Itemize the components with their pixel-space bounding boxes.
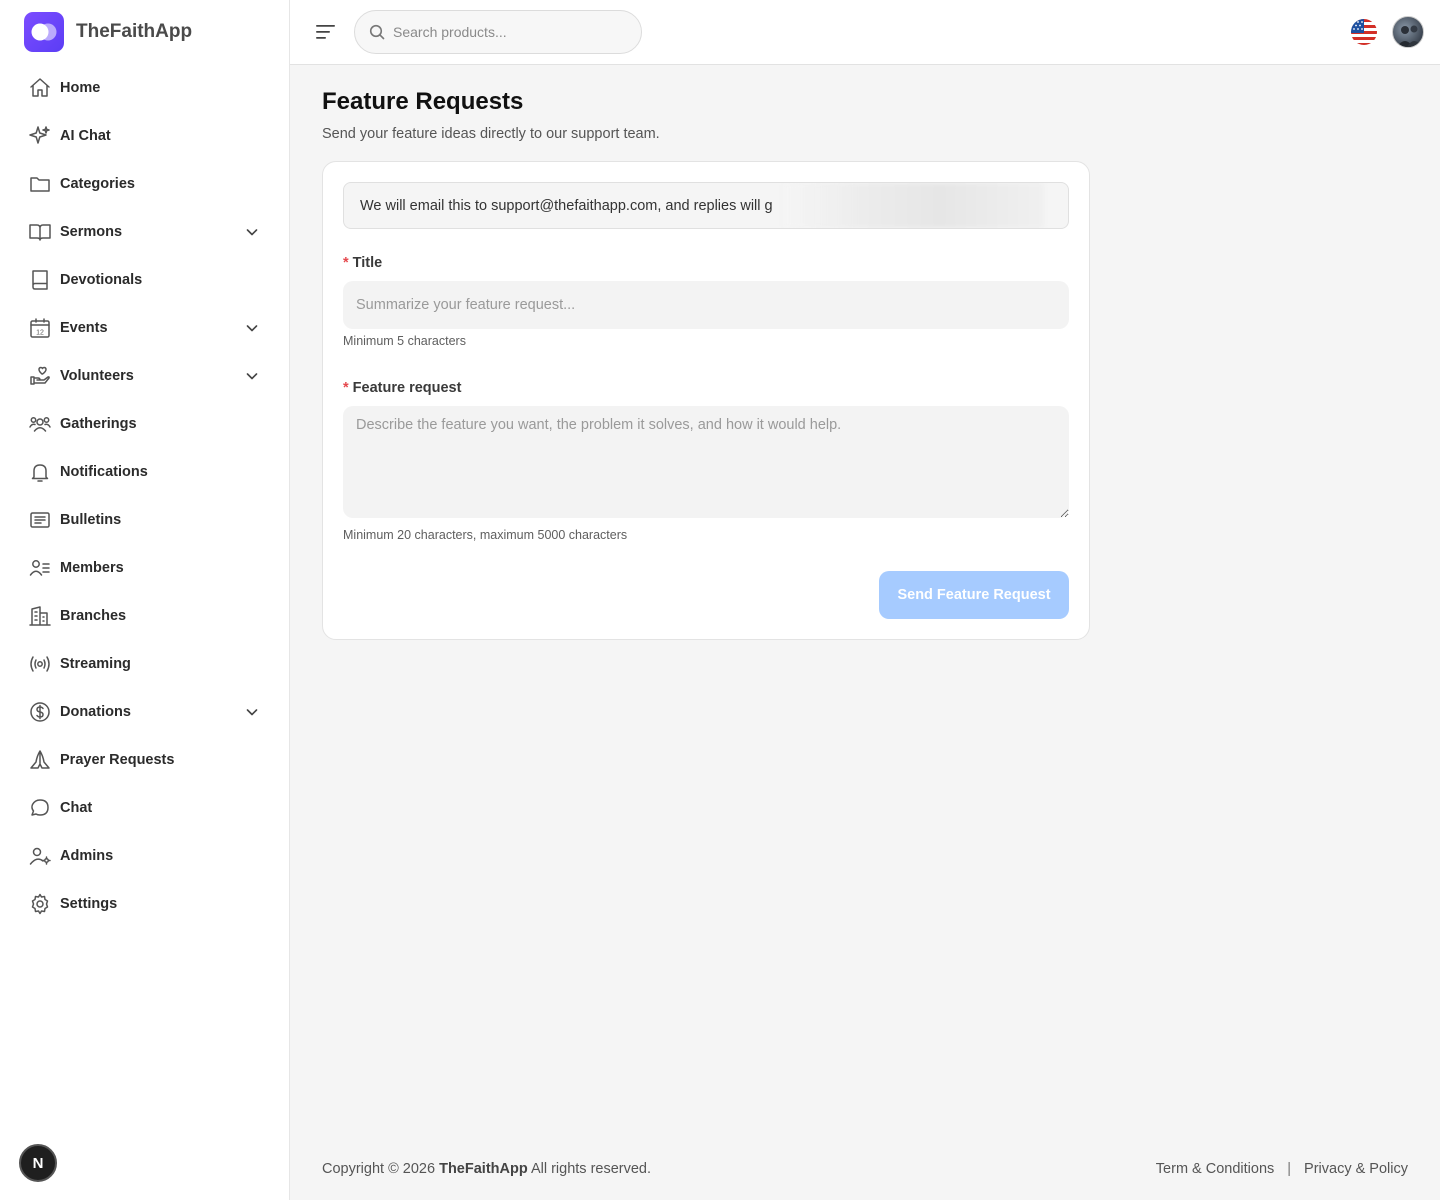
sidebar-item-gatherings[interactable]: Gatherings: [16, 400, 274, 448]
sidebar-item-settings[interactable]: Settings: [16, 880, 274, 928]
users-icon: [28, 412, 52, 436]
sidebar-item-prayer-requests[interactable]: Prayer Requests: [16, 736, 274, 784]
sidebar-item-home[interactable]: Home: [16, 64, 274, 112]
copyright-suffix: All rights reserved.: [530, 1161, 652, 1177]
terms-link[interactable]: Term & Conditions: [1156, 1161, 1274, 1177]
email-notice-text: We will email this to support@thefaithap…: [360, 197, 773, 214]
sidebar-item-label: Bulletins: [60, 512, 122, 528]
search-box[interactable]: [354, 10, 642, 54]
sidebar-item-label: Categories: [60, 176, 135, 192]
sidebar-item-label: Gatherings: [60, 416, 137, 432]
sidebar-item-label: AI Chat: [60, 128, 111, 144]
sidebar-item-volunteers[interactable]: Volunteers: [16, 352, 274, 400]
sidebar-item-devotionals[interactable]: Devotionals: [16, 256, 274, 304]
sidebar-item-label: Events: [60, 320, 108, 336]
sidebar-item-label: Home: [60, 80, 101, 96]
sidebar-item-sermons[interactable]: Sermons: [16, 208, 274, 256]
sidebar-item-label: Members: [60, 560, 124, 576]
search-icon: [369, 24, 385, 40]
privacy-link[interactable]: Privacy & Policy: [1304, 1161, 1408, 1177]
sidebar-item-bulletins[interactable]: Bulletins: [16, 496, 274, 544]
sidebar-item-notifications[interactable]: Notifications: [16, 448, 274, 496]
sparkles-icon: [28, 124, 52, 148]
newspaper-icon: [28, 508, 52, 532]
sidebar-item-label: Notifications: [60, 464, 148, 480]
required-asterisk: *: [343, 255, 349, 271]
chevron-down-icon[interactable]: [244, 368, 260, 384]
menu-icon: [316, 25, 335, 39]
sidebar-item-events[interactable]: 12 Events: [16, 304, 274, 352]
sidebar-item-label: Donations: [60, 704, 131, 720]
sidebar-item-donations[interactable]: Donations: [16, 688, 274, 736]
sidebar-item-label: Prayer Requests: [60, 752, 175, 768]
copyright-brand: TheFaithApp: [439, 1161, 528, 1177]
sidebar-item-label: Devotionals: [60, 272, 143, 288]
required-asterisk: *: [343, 380, 349, 396]
calendar-icon: 12: [28, 316, 52, 340]
home-icon: [28, 76, 52, 100]
brand-name: TheFaithApp: [76, 21, 193, 42]
send-feature-request-button[interactable]: Send Feature Request: [879, 571, 1069, 619]
sidebar-item-label: Chat: [60, 800, 93, 816]
sidebar-item-label: Branches: [60, 608, 127, 624]
chevron-down-icon[interactable]: [244, 224, 260, 240]
dev-tools-badge[interactable]: N: [19, 1144, 57, 1182]
sidebar-nav: Home AI Chat Categories Sermons Devotionals 1…: [16, 64, 274, 928]
sidebar-item-label: Volunteers: [60, 368, 134, 384]
footer-separator: |: [1287, 1161, 1292, 1177]
title-label-text: Title: [352, 255, 383, 271]
title-hint: Minimum 5 characters: [343, 334, 466, 348]
email-notice: We will email this to support@thefaithap…: [343, 182, 1069, 229]
sidebar-item-streaming[interactable]: Streaming: [16, 640, 274, 688]
praying-hands-icon: [28, 748, 52, 772]
gear-icon: [28, 892, 52, 916]
user-cog-icon: [28, 844, 52, 868]
sidebar-item-label: Admins: [60, 848, 114, 864]
hand-heart-icon: [28, 364, 52, 388]
brand[interactable]: TheFaithApp: [24, 12, 192, 52]
dev-badge-letter: N: [32, 1154, 44, 1172]
title-label: * Title: [343, 255, 382, 271]
brand-logo-icon: [24, 12, 64, 52]
sidebar-item-branches[interactable]: Branches: [16, 592, 274, 640]
topbar: [290, 0, 1440, 65]
chevron-down-icon[interactable]: [244, 320, 260, 336]
copyright: Copyright © 2026 TheFaithApp All rights …: [322, 1161, 651, 1177]
title-input[interactable]: [343, 281, 1069, 329]
sidebar-item-admins[interactable]: Admins: [16, 832, 274, 880]
user-avatar[interactable]: [1392, 16, 1424, 48]
feature-request-label-text: Feature request: [352, 380, 462, 396]
sidebar-item-members[interactable]: Members: [16, 544, 274, 592]
us-flag-icon[interactable]: [1351, 19, 1377, 45]
broadcast-icon: [28, 652, 52, 676]
search-input[interactable]: [393, 24, 623, 40]
sidebar-item-label: Streaming: [60, 656, 131, 672]
sidebar: TheFaithApp Home AI Chat Categories Sermons…: [0, 0, 290, 1200]
book-open-icon: [28, 220, 52, 244]
book-icon: [28, 268, 52, 292]
chevron-down-icon[interactable]: [244, 704, 260, 720]
building-icon: [28, 604, 52, 628]
menu-toggle-button[interactable]: [314, 20, 338, 44]
svg-text:12: 12: [36, 330, 44, 337]
folder-icon: [28, 172, 52, 196]
sidebar-item-ai-chat[interactable]: AI Chat: [16, 112, 274, 160]
sidebar-item-chat[interactable]: Chat: [16, 784, 274, 832]
sidebar-item-label: Sermons: [60, 224, 123, 240]
sidebar-item-label: Settings: [60, 896, 118, 912]
feature-request-hint: Minimum 20 characters, maximum 5000 char…: [343, 528, 628, 542]
redacted-email-blur: [784, 183, 1044, 228]
dollar-circle-icon: [28, 700, 52, 724]
footer-links: Term & Conditions | Privacy & Policy: [1156, 1161, 1408, 1177]
feature-request-textarea[interactable]: [343, 406, 1069, 518]
sidebar-item-categories[interactable]: Categories: [16, 160, 274, 208]
copyright-prefix: Copyright © 2026: [322, 1161, 436, 1177]
feature-request-form: We will email this to support@thefaithap…: [322, 161, 1090, 640]
page-title: Feature Requests: [322, 88, 524, 115]
message-circle-icon: [28, 796, 52, 820]
user-list-icon: [28, 556, 52, 580]
feature-request-label: * Feature request: [343, 380, 461, 396]
page-subtitle: Send your feature ideas directly to our …: [322, 126, 660, 142]
bell-icon: [28, 460, 52, 484]
